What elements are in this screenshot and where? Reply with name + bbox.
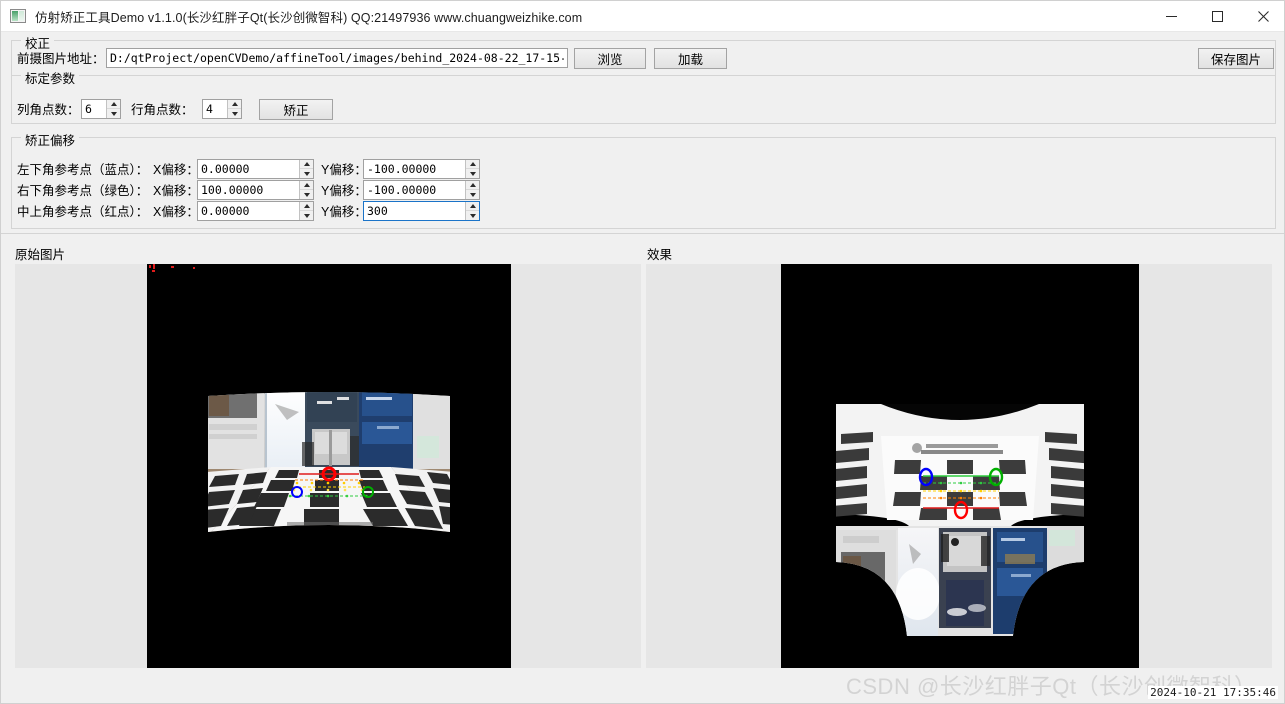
correct-button[interactable]: 矫正 xyxy=(259,99,333,120)
screenshot-timestamp: 2024-10-21 17:35:46 xyxy=(1148,686,1278,699)
col-corner-count-value: 6 xyxy=(85,102,92,116)
correct-button-label: 矫正 xyxy=(283,104,309,118)
calibration-group-title: 校正 xyxy=(21,33,55,52)
save-image-button-label: 保存图片 xyxy=(1210,53,1261,67)
offset-row-0-x-steppers[interactable] xyxy=(299,160,313,178)
offset-row-2-x-steppers[interactable] xyxy=(299,202,313,220)
offset-row-1-y-step-down-icon[interactable] xyxy=(466,190,479,199)
browse-button[interactable]: 浏览 xyxy=(574,48,646,69)
offset-row-1-y-steppers[interactable] xyxy=(465,181,479,199)
window-controls xyxy=(1148,1,1284,32)
artifact-speck xyxy=(149,265,151,268)
source-image-viewer[interactable] xyxy=(15,264,641,668)
row-corner-count-label: 行角点数： xyxy=(131,103,194,117)
browse-button-label: 浏览 xyxy=(597,53,623,67)
offset-row-2-y-steppers[interactable] xyxy=(465,202,479,220)
save-image-button[interactable]: 保存图片 xyxy=(1198,48,1274,69)
col-count-step-down-icon[interactable] xyxy=(107,109,120,118)
offset-row-2-x-step-up-icon[interactable] xyxy=(300,202,313,211)
artifact-speck xyxy=(171,266,174,268)
col-corner-count-label: 列角点数： xyxy=(17,103,80,117)
offset-row-1-y-spinbox[interactable]: -100.00000 xyxy=(363,180,480,200)
minimize-icon[interactable] xyxy=(1148,1,1194,32)
offset-row-1-y-step-up-icon[interactable] xyxy=(466,181,479,190)
col-corner-count-steppers[interactable] xyxy=(106,100,120,118)
offset-row-0-x-label: X偏移： xyxy=(153,163,199,177)
window-title: 仿射矫正工具Demo v1.1.0(长沙红胖子Qt(长沙创微智科) QQ:214… xyxy=(35,10,583,25)
offset-row-0-y-steppers[interactable] xyxy=(465,160,479,178)
row-corner-count-value: 4 xyxy=(206,102,213,116)
offset-row-0-x-step-down-icon[interactable] xyxy=(300,169,313,178)
offset-row-1-x-label: X偏移： xyxy=(153,184,199,198)
maximize-icon[interactable] xyxy=(1194,1,1240,32)
source-photo xyxy=(208,392,450,532)
result-image-viewer[interactable] xyxy=(646,264,1272,668)
result-image-canvas xyxy=(781,264,1139,668)
params-groupbox: 标定参数 xyxy=(11,68,1276,124)
offset-row-0-name: 左下角参考点（蓝点）： xyxy=(17,163,149,177)
artifact-speck xyxy=(152,270,155,272)
artifact-speck xyxy=(193,267,195,269)
offset-row-2-x-label: X偏移： xyxy=(153,205,199,219)
title-bar: 仿射矫正工具Demo v1.1.0(长沙红胖子Qt(长沙创微智科) QQ:214… xyxy=(1,1,1284,32)
source-image-label: 原始图片 xyxy=(15,248,66,262)
artifact-speck xyxy=(153,264,155,269)
offset-row-2-x-step-down-icon[interactable] xyxy=(300,211,313,220)
offset-row-2-y-value: 300 xyxy=(367,204,388,218)
params-group-title: 标定参数 xyxy=(21,68,80,87)
offset-row-1-x-steppers[interactable] xyxy=(299,181,313,199)
app-window: 仿射矫正工具Demo v1.1.0(长沙红胖子Qt(长沙创微智科) QQ:214… xyxy=(0,0,1285,704)
load-button-label: 加载 xyxy=(677,53,703,67)
offset-row-1-x-step-down-icon[interactable] xyxy=(300,190,313,199)
offset-row-1-y-value: -100.00000 xyxy=(367,183,437,197)
row-corner-count-spinbox[interactable]: 4 xyxy=(202,99,242,119)
path-label: 前摄图片地址： xyxy=(17,52,105,66)
row-corner-count-steppers[interactable] xyxy=(227,100,241,118)
offset-row-0-x-spinbox[interactable]: 0.00000 xyxy=(197,159,314,179)
offset-row-0-x-step-up-icon[interactable] xyxy=(300,160,313,169)
offset-row-2-x-spinbox[interactable]: 0.00000 xyxy=(197,201,314,221)
offset-row-1-x-spinbox[interactable]: 100.00000 xyxy=(197,180,314,200)
offset-row-0-y-step-down-icon[interactable] xyxy=(466,169,479,178)
offset-row-0-y-spinbox[interactable]: -100.00000 xyxy=(363,159,480,179)
offset-row-2-y-step-up-icon[interactable] xyxy=(466,202,479,211)
close-icon[interactable] xyxy=(1240,1,1284,32)
offset-row-2-x-value: 0.00000 xyxy=(201,204,250,218)
row-count-step-down-icon[interactable] xyxy=(228,109,241,118)
offset-row-1-y-label: Y偏移： xyxy=(321,184,367,198)
offset-section-divider xyxy=(1,233,1284,234)
image-path-input[interactable] xyxy=(106,48,568,68)
offset-row-2-name: 中上角参考点（红点）： xyxy=(17,205,149,219)
col-corner-count-spinbox[interactable]: 6 xyxy=(81,99,121,119)
offset-row-1-x-value: 100.00000 xyxy=(201,183,264,197)
offset-row-2-y-label: Y偏移： xyxy=(321,205,367,219)
offset-group-title: 矫正偏移 xyxy=(21,130,80,149)
offset-row-1-name: 右下角参考点（绿色）： xyxy=(17,184,149,198)
offset-row-0-x-value: 0.00000 xyxy=(201,162,250,176)
offset-row-1-x-step-up-icon[interactable] xyxy=(300,181,313,190)
offset-row-0-y-label: Y偏移： xyxy=(321,163,367,177)
offset-row-2-y-spinbox[interactable]: 300 xyxy=(363,201,480,221)
offset-row-0-y-step-up-icon[interactable] xyxy=(466,160,479,169)
row-count-step-up-icon[interactable] xyxy=(228,100,241,109)
offset-row-0-y-value: -100.00000 xyxy=(367,162,437,176)
result-photo xyxy=(836,404,1084,636)
result-image-label: 效果 xyxy=(647,248,673,262)
source-image-canvas xyxy=(147,264,511,668)
load-button[interactable]: 加载 xyxy=(654,48,727,69)
col-count-step-up-icon[interactable] xyxy=(107,100,120,109)
image-app-icon xyxy=(10,9,26,23)
offset-row-2-y-step-down-icon[interactable] xyxy=(466,211,479,220)
